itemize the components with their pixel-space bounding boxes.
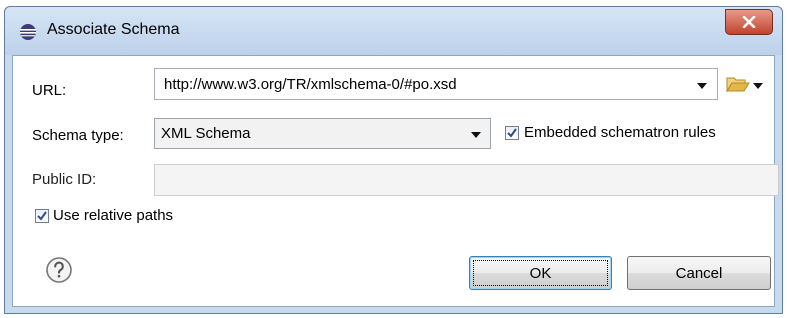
- schema-type-select[interactable]: XML Schema: [154, 118, 491, 149]
- url-value[interactable]: http://www.w3.org/TR/xmlschema-0/#po.xsd: [164, 76, 457, 93]
- title-bar[interactable]: Associate Schema: [5, 7, 782, 55]
- public-id-label: Public ID:: [32, 171, 97, 188]
- associate-schema-dialog: Associate Schema URL: http://www.w3.org/…: [4, 6, 783, 314]
- close-icon: [742, 16, 756, 28]
- checkmark-icon: [507, 128, 517, 138]
- ok-button-label: OK: [529, 264, 552, 282]
- use-relative-paths-label[interactable]: Use relative paths: [53, 207, 173, 224]
- eclipse-icon: [20, 24, 36, 40]
- cancel-button[interactable]: Cancel: [627, 256, 771, 290]
- url-combo[interactable]: http://www.w3.org/TR/xmlschema-0/#po.xsd: [154, 68, 718, 100]
- embedded-schematron-label[interactable]: Embedded schematron rules: [524, 124, 716, 141]
- folder-open-icon[interactable]: [726, 75, 750, 93]
- url-label: URL:: [32, 82, 67, 99]
- use-relative-paths-checkbox[interactable]: [35, 209, 49, 223]
- chevron-down-icon[interactable]: [471, 132, 481, 138]
- cancel-button-label: Cancel: [675, 264, 723, 282]
- public-id-field[interactable]: [154, 164, 779, 196]
- help-icon[interactable]: [45, 256, 73, 284]
- dialog-content: URL: http://www.w3.org/TR/xmlschema-0/#p…: [12, 55, 779, 307]
- schema-type-label: Schema type:: [32, 127, 124, 144]
- dialog-title: Associate Schema: [47, 21, 180, 38]
- embedded-schematron-checkbox[interactable]: [505, 126, 519, 140]
- ok-button[interactable]: OK: [469, 256, 612, 290]
- chevron-down-icon[interactable]: [753, 83, 763, 89]
- dropdown-caret-icon[interactable]: [697, 83, 707, 89]
- schema-type-value: XML Schema: [161, 125, 251, 142]
- close-button[interactable]: [725, 9, 773, 35]
- checkmark-icon: [37, 211, 47, 221]
